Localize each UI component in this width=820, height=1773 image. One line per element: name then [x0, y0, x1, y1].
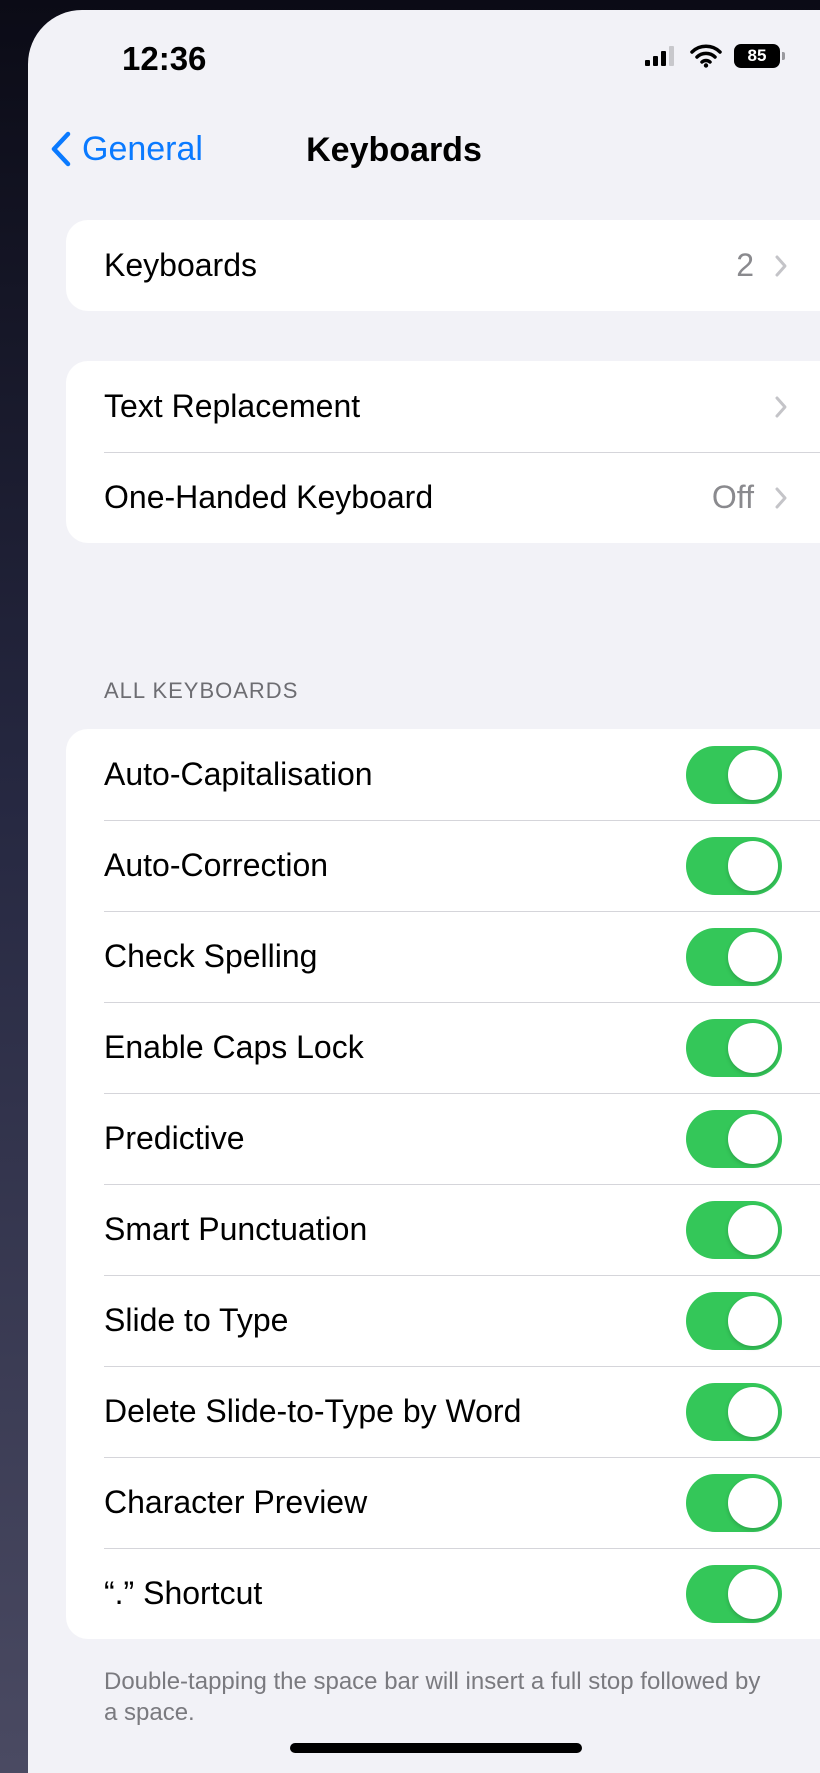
toggle-knob [728, 1477, 778, 1528]
toggle-knob [728, 1022, 778, 1073]
keyboards-count: 2 [736, 247, 754, 283]
keyboards-label: Keyboards [104, 247, 257, 283]
toggle-knob [728, 1386, 778, 1437]
delete-slide-to-type-label: Delete Slide-to-Type by Word [104, 1393, 522, 1429]
slide-to-type-label: Slide to Type [104, 1302, 289, 1338]
delete-slide-to-type-toggle[interactable] [686, 1382, 782, 1441]
toggle-row: Auto-Correction [66, 820, 820, 911]
status-icons: 85 [644, 44, 785, 68]
toggle-knob [728, 1113, 778, 1164]
wifi-icon [690, 44, 722, 68]
slide-to-type-toggle[interactable] [686, 1291, 782, 1350]
signal-icon [645, 46, 674, 66]
auto-correction-label: Auto-Correction [104, 847, 329, 883]
toggle-row: Delete Slide-to-Type by Word [66, 1366, 820, 1457]
toggle-knob [728, 1204, 778, 1255]
toggle-knob [728, 931, 778, 982]
toggle-row: Check Spelling [66, 911, 820, 1002]
one-handed-keyboard-label: One-Handed Keyboard [104, 479, 434, 515]
toggle-row: Slide to Type [66, 1275, 820, 1366]
period-shortcut-label: “.” Shortcut [104, 1575, 263, 1611]
battery-icon: 85 [734, 44, 785, 68]
toggle-knob [728, 1295, 778, 1346]
toggle-row: Auto-Capitalisation [66, 729, 820, 820]
text-replacement-label: Text Replacement [104, 388, 361, 424]
one-handed-keyboard-row[interactable]: One-Handed Keyboard Off [66, 452, 820, 543]
all-keyboards-group: Auto-Capitalisation Auto-Correction Chec… [66, 729, 820, 1639]
home-indicator[interactable] [290, 1743, 582, 1753]
predictive-label: Predictive [104, 1120, 245, 1156]
chevron-right-icon [775, 487, 787, 508]
section-header-all-keyboards: ALL KEYBOARDS [104, 678, 299, 703]
chevron-right-icon [775, 255, 787, 276]
chevron-right-icon [775, 396, 787, 417]
toggle-row: Character Preview [66, 1457, 820, 1548]
check-spelling-label: Check Spelling [104, 938, 318, 974]
toggle-row: “.” Shortcut [66, 1548, 820, 1639]
check-spelling-toggle[interactable] [686, 927, 782, 986]
toggle-row: Predictive [66, 1093, 820, 1184]
nav-bar: General Keyboards [28, 115, 820, 185]
text-replacement-row[interactable]: Text Replacement [66, 361, 820, 452]
enable-caps-lock-toggle[interactable] [686, 1018, 782, 1077]
toggle-knob [728, 749, 778, 800]
toggle-row: Smart Punctuation [66, 1184, 820, 1275]
auto-capitalisation-toggle[interactable] [686, 745, 782, 804]
settings-screen: 12:36 85 General Keyboards Keyboards 2 T… [28, 10, 820, 1773]
status-time: 12:36 [122, 40, 207, 77]
toggle-knob [728, 1568, 778, 1619]
period-shortcut-footnote: Double-tapping the space bar will insert… [104, 1668, 761, 1726]
enable-caps-lock-label: Enable Caps Lock [104, 1029, 364, 1065]
keyboards-row[interactable]: Keyboards 2 [66, 220, 820, 311]
smart-punctuation-label: Smart Punctuation [104, 1211, 368, 1247]
character-preview-toggle[interactable] [686, 1473, 782, 1532]
auto-correction-toggle[interactable] [686, 836, 782, 895]
predictive-toggle[interactable] [686, 1109, 782, 1168]
character-preview-label: Character Preview [104, 1484, 368, 1520]
keyboards-group: Keyboards 2 [66, 220, 820, 311]
toggle-row: Enable Caps Lock [66, 1002, 820, 1093]
status-bar: 12:36 85 [28, 10, 820, 110]
text-group: Text Replacement One-Handed Keyboard Off [66, 361, 820, 543]
auto-capitalisation-label: Auto-Capitalisation [104, 756, 373, 792]
toggle-knob [728, 840, 778, 891]
period-shortcut-toggle[interactable] [686, 1564, 782, 1623]
one-handed-keyboard-value: Off [711, 479, 754, 515]
page-title: Keyboards [306, 131, 482, 169]
smart-punctuation-toggle[interactable] [686, 1200, 782, 1259]
